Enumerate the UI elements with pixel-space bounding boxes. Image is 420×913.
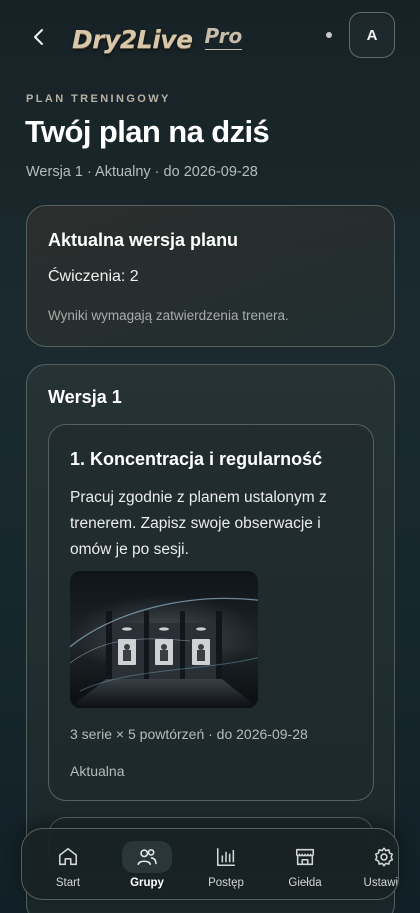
users-icon — [137, 849, 157, 866]
nav-label-groups: Grupy — [130, 877, 164, 889]
current-version-card: Aktualna wersja planu Ćwiczenia: 2 Wynik… — [26, 205, 395, 347]
exercise-count: Ćwiczenia: 2 — [48, 268, 139, 285]
gear-icon — [374, 847, 394, 867]
exercise-title: 1. Koncentracja i regularność — [70, 449, 323, 469]
avatar-button[interactable]: A — [349, 12, 395, 58]
nav-label-settings: Ustawie — [363, 877, 399, 889]
page-title: Twój plan na dziś — [25, 114, 270, 149]
bar-chart-icon — [216, 847, 236, 867]
status-dot — [326, 32, 332, 38]
nav-item-settings[interactable]: Ustawie — [350, 841, 399, 891]
app-header: Dry2Live Pro A — [0, 0, 420, 72]
nav-label-start: Start — [55, 877, 81, 889]
current-version-title: Aktualna wersja planu — [48, 230, 239, 250]
shooting-range-image — [70, 571, 258, 708]
nav-item-groups[interactable]: Grupy — [113, 841, 181, 891]
nav-item-market[interactable]: Giełda — [271, 841, 339, 891]
store-icon — [295, 848, 315, 866]
app-logo[interactable]: Dry2Live Pro — [72, 14, 243, 54]
logo-wordmark: Dry2Live — [72, 25, 193, 54]
exercise-image — [70, 571, 258, 708]
section-eyebrow: PLAN TRENINGOWY — [26, 93, 171, 105]
exercise-meta: 3 serie × 5 powtórzeń · do 2026-09-28 — [70, 726, 308, 742]
home-icon — [58, 847, 78, 866]
approval-note: Wyniki wymagają zatwierdzenia trenera. — [48, 308, 289, 323]
version-title: Wersja 1 — [48, 387, 122, 407]
nav-item-progress[interactable]: Postęp — [192, 841, 260, 891]
logo-pro-badge: Pro — [204, 24, 243, 50]
back-button[interactable] — [24, 22, 54, 52]
nav-label-progress: Postęp — [208, 877, 244, 889]
nav-item-start[interactable]: Start — [34, 841, 102, 891]
exercise-card[interactable]: 1. Koncentracja i regularność Pracuj zgo… — [48, 424, 374, 801]
chevron-left-icon — [34, 29, 43, 45]
plan-meta: Wersja 1 · Aktualny · do 2026-09-28 — [26, 164, 258, 180]
avatar-initial: A — [366, 26, 378, 44]
exercise-status: Aktualna — [70, 763, 125, 779]
exercise-description: Pracuj zgodnie z planem ustalonym z tren… — [70, 489, 327, 558]
nav-label-market: Giełda — [288, 877, 322, 889]
bottom-navigation: Start Grupy Postęp Giełda Ustawi — [21, 828, 399, 900]
